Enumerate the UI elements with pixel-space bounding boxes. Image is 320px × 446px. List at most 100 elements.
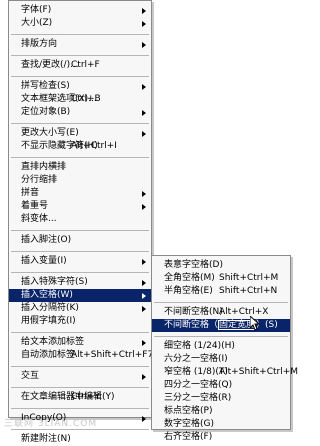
shortcut-text: Alt+Ctrl+I bbox=[71, 141, 117, 151]
main-menu-item-1-2[interactable]: 大小(Z) bbox=[9, 17, 151, 30]
main-menu-item-5-2[interactable]: 不显示隐藏字符(H) Alt+Ctrl+I bbox=[9, 140, 151, 153]
main-menu-item-8-1[interactable]: 插入变量(I) bbox=[9, 255, 151, 268]
main-menu-item-11-1[interactable]: 交互 bbox=[9, 370, 151, 383]
main-menu-item-label: 斜变体... bbox=[21, 214, 57, 224]
main-menu-item-7-1[interactable]: 插入脚注(O) bbox=[9, 234, 151, 247]
mouse-pointer-icon bbox=[250, 316, 260, 331]
main-menu-item-6-3[interactable]: 拼音 bbox=[9, 187, 151, 200]
submenu-item-label: 三分之一空格(R) bbox=[164, 393, 232, 403]
submenu-item-label: 全角空格(M) bbox=[164, 273, 215, 283]
main-menu-item-1-1[interactable]: 字体(F) bbox=[9, 4, 151, 17]
submenu-arrow-icon bbox=[142, 204, 146, 210]
main-menu-item-12-1[interactable]: 在文章编辑器中编辑(Y) Ctrl+Y bbox=[9, 391, 151, 404]
submenu-arrow-icon bbox=[142, 131, 146, 137]
shortcut-text: Ctrl+F bbox=[71, 60, 100, 70]
main-menu-separator bbox=[11, 272, 149, 273]
main-menu-separator bbox=[11, 157, 149, 158]
main-menu-separator bbox=[11, 76, 149, 77]
main-menu-item-4-2[interactable]: 文本框架选项(X)... Ctrl+B bbox=[9, 93, 151, 106]
submenu-arrow-icon bbox=[142, 8, 146, 14]
main-menu-item-4-1[interactable]: 拼写检查(S) bbox=[9, 80, 151, 93]
insert-space-submenu: 表意字空格(D) 全角空格(M) Shift+Ctrl+M 半角空格(E) Shift+… bbox=[151, 255, 298, 442]
main-menu-item-label: 拼写检查(S) bbox=[21, 81, 70, 91]
main-menu-separator bbox=[11, 387, 149, 388]
main-menu-item-9-4[interactable]: 用假字填充(I) bbox=[9, 315, 151, 328]
main-menu-item-label: 插入空格(W) bbox=[21, 290, 73, 300]
submenu-item-1-3[interactable]: 半角空格(E) Shift+Ctrl+N bbox=[152, 285, 290, 298]
main-menu-item-5-1[interactable]: 更改大小写(E) bbox=[9, 127, 151, 140]
main-menu-item-6-1[interactable]: 直排内横排 bbox=[9, 161, 151, 174]
submenu-item-3-4[interactable]: 四分之一空格(Q) bbox=[152, 379, 290, 392]
submenu-arrow-icon bbox=[142, 280, 146, 286]
main-menu-item-label: 在文章编辑器中编辑(Y) bbox=[21, 392, 115, 402]
main-menu-item-label: 字体(F) bbox=[21, 5, 52, 15]
main-menu-item-6-4[interactable]: 着重号 bbox=[9, 200, 151, 213]
shortcut-text: Alt+Shift+Ctrl+F7 bbox=[71, 350, 154, 360]
main-menu-separator bbox=[11, 332, 149, 333]
submenu-arrow-icon bbox=[142, 306, 146, 312]
main-menu-item-9-1[interactable]: 插入特殊字符(S) bbox=[9, 276, 151, 289]
main-menu-item-label: 插入特殊字符(S) bbox=[21, 277, 88, 287]
submenu-item-label: 四分之一空格(Q) bbox=[164, 380, 233, 390]
submenu-arrow-icon bbox=[142, 340, 146, 346]
main-menu-item-6-5[interactable]: 斜变体... bbox=[9, 213, 151, 226]
submenu-item-3-7[interactable]: 数字空格(G) bbox=[152, 418, 290, 431]
submenu-item-3-6[interactable]: 标点空格(P) bbox=[152, 405, 290, 418]
shortcut-text: Alt+Shift+Ctrl+M bbox=[219, 367, 299, 377]
main-menu-item-label: 分行缩排 bbox=[21, 175, 58, 185]
submenu-item-label: 数字空格(G) bbox=[164, 419, 214, 429]
submenu-arrow-icon bbox=[142, 42, 146, 48]
main-menu-item-label: 定位对象(B) bbox=[21, 107, 71, 117]
label-prefix: 不间断空格（ bbox=[164, 320, 219, 330]
submenu-arrow-icon bbox=[142, 21, 146, 27]
main-menu-item-label: 插入脚注(O) bbox=[21, 235, 72, 245]
submenu-item-1-1[interactable]: 表意字空格(D) bbox=[152, 259, 290, 272]
main-menu-separator bbox=[11, 366, 149, 367]
main-menu-item-label: 着重号 bbox=[21, 201, 49, 211]
shortcut-text: Alt+Ctrl+X bbox=[219, 307, 269, 317]
submenu-item-label: 半角空格(E) bbox=[164, 286, 213, 296]
main-menu-item-label: 排版方向 bbox=[21, 39, 58, 49]
main-menu-item-label: 大小(Z) bbox=[21, 18, 53, 28]
main-menu-item-10-1[interactable]: 给文本添加标签 bbox=[9, 336, 151, 349]
submenu-item-label: 不间断空格(N) bbox=[164, 307, 223, 317]
main-menu-item-9-3[interactable]: 插入分隔符(K) bbox=[9, 302, 151, 315]
main-menu-item-3-1[interactable]: 查找/更改(/)... Ctrl+F bbox=[9, 59, 151, 72]
main-menu-item-4-3[interactable]: 定位对象(B) bbox=[9, 106, 151, 119]
shortcut-text: Shift+Ctrl+M bbox=[219, 273, 279, 283]
main-menu-separator bbox=[11, 123, 149, 124]
main-menu-item-label: 新建附注(N) bbox=[21, 434, 71, 444]
submenu-item-label: 标点空格(P) bbox=[164, 406, 213, 416]
submenu-separator bbox=[154, 302, 288, 303]
main-menu-item-label: 直排内横排 bbox=[21, 162, 67, 172]
main-menu-item-label: 插入变量(I) bbox=[21, 256, 67, 266]
submenu-item-2-1[interactable]: 不间断空格(N) Alt+Ctrl+X bbox=[152, 306, 290, 319]
main-menu-item-10-2[interactable]: 自动添加标签 Alt+Shift+Ctrl+F7 bbox=[9, 349, 154, 362]
watermark-text: 三联网 3LIAN.COM bbox=[4, 419, 98, 429]
main-menu-item-14-1[interactable]: 新建附注(N) bbox=[9, 433, 151, 446]
submenu-arrow-icon bbox=[142, 416, 146, 422]
submenu-item-3-3[interactable]: 窄空格 (1/8)(T) Alt+Shift+Ctrl+M bbox=[152, 366, 298, 379]
main-menu-item-9-2[interactable]: 插入空格(W) bbox=[9, 289, 151, 302]
main-menu-separator bbox=[11, 408, 149, 409]
submenu-item-1-2[interactable]: 全角空格(M) Shift+Ctrl+M bbox=[152, 272, 290, 285]
submenu-arrow-icon bbox=[142, 191, 146, 197]
submenu-arrow-icon bbox=[142, 110, 146, 116]
main-menu-item-2-1[interactable]: 排版方向 bbox=[9, 38, 151, 51]
submenu-arrow-icon bbox=[142, 84, 146, 90]
main-menu-separator bbox=[11, 34, 149, 35]
main-menu-separator bbox=[11, 55, 149, 56]
main-menu-item-label: 用假字填充(I) bbox=[21, 316, 76, 326]
submenu-item-3-2[interactable]: 六分之一空格(I) bbox=[152, 353, 290, 366]
main-menu-item-label: 插入分隔符(K) bbox=[21, 303, 79, 313]
submenu-arrow-icon bbox=[142, 259, 146, 265]
submenu-item-2-2[interactable]: 不间断空格（固定宽度）(S) bbox=[152, 319, 290, 332]
submenu-item-3-5[interactable]: 三分之一空格(R) bbox=[152, 392, 290, 405]
submenu-item-3-1[interactable]: 细空格 (1/24)(H) bbox=[152, 340, 290, 353]
submenu-item-3-8[interactable]: 右齐空格(F) bbox=[152, 431, 290, 444]
main-menu-item-6-2[interactable]: 分行缩排 bbox=[9, 174, 151, 187]
submenu-arrow-icon bbox=[142, 374, 146, 380]
text-menu: 字体(F) 大小(Z) 排版方向查找/更改(/)... Ctrl+F 拼写检查(S) 文本… bbox=[8, 0, 154, 444]
submenu-item-label: 细空格 (1/24)(H) bbox=[164, 341, 235, 351]
shortcut-text: Ctrl+Y bbox=[71, 392, 101, 402]
